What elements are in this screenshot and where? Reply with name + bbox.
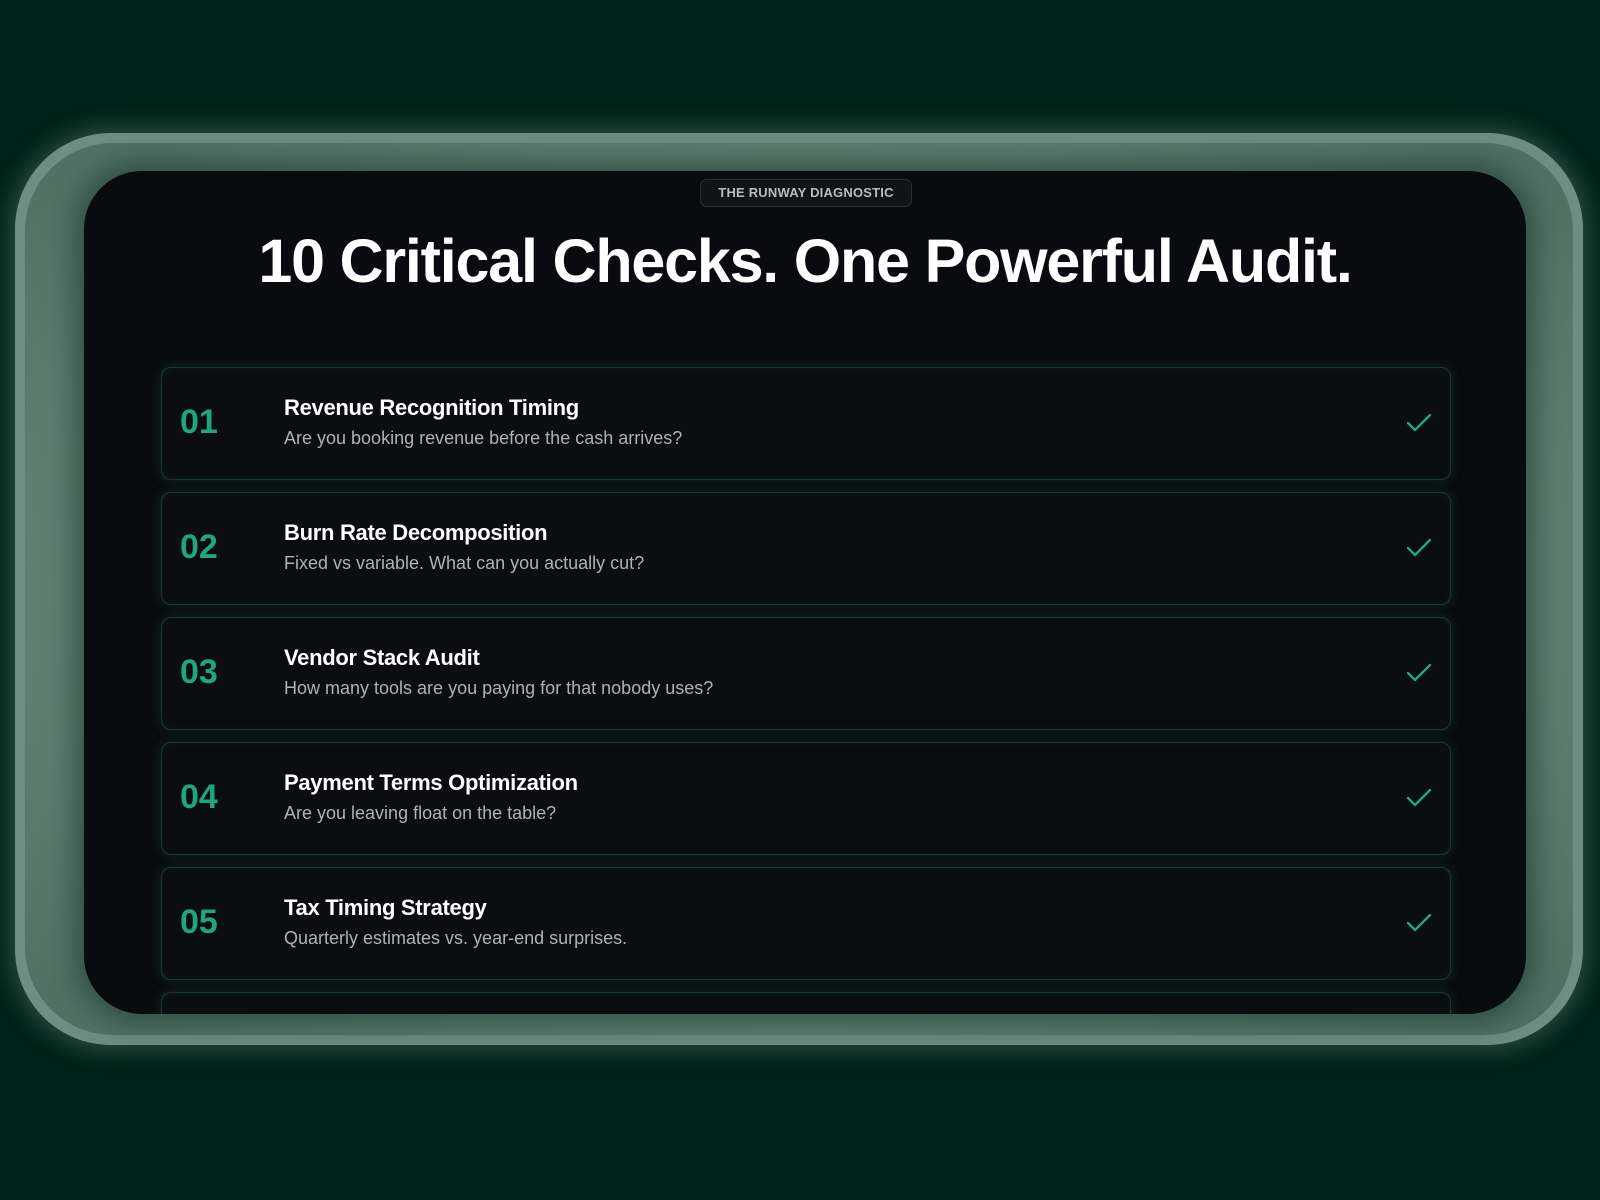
- check-description: Quarterly estimates vs. year-end surpris…: [284, 928, 628, 948]
- check-description: Are you leaving float on the table?: [284, 803, 557, 823]
- check-title: Tax Timing Strategy: [284, 895, 487, 920]
- check-item[interactable]: 05 Tax Timing Strategy Quarterly estimat…: [161, 867, 1451, 980]
- check-number: 05: [180, 903, 218, 941]
- check-icon: [1406, 788, 1432, 807]
- check-description: Fixed vs variable. What can you actually…: [284, 553, 645, 573]
- check-number: 02: [180, 528, 218, 566]
- checks-list: 01 Revenue Recognition Timing Are you bo…: [161, 367, 1451, 1014]
- check-item-partial: [161, 992, 1451, 1014]
- check-title: Revenue Recognition Timing: [284, 395, 579, 420]
- check-number: 03: [180, 653, 218, 691]
- check-number: 04: [180, 778, 218, 816]
- check-item[interactable]: 02 Burn Rate Decomposition Fixed vs vari…: [161, 492, 1451, 605]
- check-title: Payment Terms Optimization: [284, 770, 578, 795]
- check-icon: [1406, 913, 1432, 932]
- check-description: How many tools are you paying for that n…: [284, 678, 714, 698]
- section-badge: THE RUNWAY DIAGNOSTIC: [700, 179, 912, 207]
- check-item[interactable]: 03 Vendor Stack Audit How many tools are…: [161, 617, 1451, 730]
- check-description: Are you booking revenue before the cash …: [284, 428, 683, 448]
- check-icon: [1406, 663, 1432, 682]
- check-icon: [1406, 538, 1432, 557]
- check-title: Burn Rate Decomposition: [284, 520, 548, 545]
- check-item[interactable]: 04 Payment Terms Optimization Are you le…: [161, 742, 1451, 855]
- check-title: Vendor Stack Audit: [284, 645, 480, 670]
- check-number: 01: [180, 403, 218, 441]
- page-title: 10 Critical Checks. One Powerful Audit.: [258, 227, 1352, 295]
- screen: THE RUNWAY DIAGNOSTIC 10 Critical Checks…: [84, 171, 1526, 1014]
- check-item[interactable]: 01 Revenue Recognition Timing Are you bo…: [161, 367, 1451, 480]
- check-icon: [1406, 413, 1432, 432]
